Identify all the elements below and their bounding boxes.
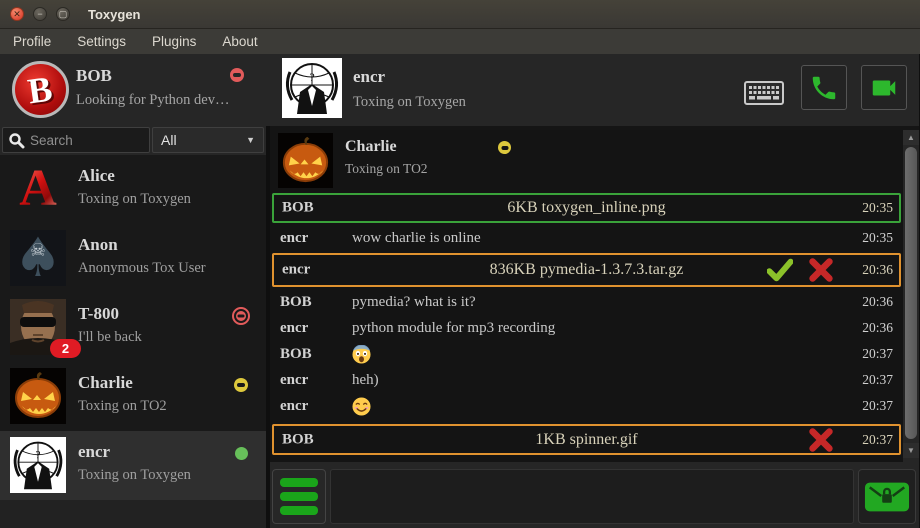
message-row: encr heh) 20:37 — [272, 367, 901, 393]
send-message-button[interactable] — [858, 469, 916, 524]
svg-text:?: ? — [36, 449, 41, 461]
phone-icon — [809, 73, 839, 103]
window-title: Toxygen — [88, 7, 141, 22]
message-row: encr 20:37 — [272, 393, 901, 419]
search-icon — [8, 132, 25, 149]
chevron-down-icon: ▼ — [246, 135, 255, 145]
chat-peer-avatar: ? — [282, 58, 342, 118]
contact-row-charlie[interactable]: Charlie Toxing on TO2 — [0, 362, 266, 431]
scroll-up-arrow-icon[interactable]: ▲ — [903, 130, 919, 145]
sidebar-bottom-filler — [0, 500, 266, 528]
hamburger-icon — [280, 478, 318, 487]
self-name[interactable]: BOB — [76, 66, 112, 86]
charlie-status-away-icon — [234, 378, 248, 392]
message-row: encr python module for mp3 recording 20:… — [272, 315, 901, 341]
menu-about[interactable]: About — [209, 29, 270, 54]
cancel-file-button[interactable] — [809, 428, 833, 452]
contact-filter-value: All — [161, 132, 177, 148]
contact-filter-dropdown[interactable]: All ▼ — [152, 127, 264, 153]
message-input-bar — [268, 462, 920, 528]
screen-keyboard-icon[interactable] — [744, 79, 784, 112]
charlie-card-away-icon — [498, 141, 511, 154]
search-input[interactable] — [30, 133, 140, 148]
file-name: 1KB spinner.gif — [274, 431, 899, 449]
charlie-inline-card[interactable]: Charlie Toxing on TO2 — [270, 130, 903, 190]
chat-scrollbar[interactable]: ▲ ▼ — [903, 130, 919, 462]
charlie-card-status: Toxing on TO2 — [345, 161, 428, 177]
self-status-message[interactable]: Looking for Python dev… — [76, 92, 229, 109]
charlie-card-name: Charlie — [345, 138, 397, 156]
video-camera-icon — [869, 73, 899, 103]
file-transfer-row[interactable]: encr 836KB pymedia-1.3.7.3.tar.gz 20:36 — [272, 253, 901, 287]
contact-row-alice[interactable]: A Alice Toxing on Toxygen — [0, 155, 266, 224]
encr-avatar: ? — [10, 437, 66, 493]
toxygen-window: ✕ − ▢ Toxygen Profile Settings Plugins A… — [0, 0, 920, 528]
fearful-face-emoji-icon — [352, 345, 371, 364]
panel-divider — [266, 126, 270, 528]
file-transfer-row[interactable]: BOB 1KB spinner.gif 20:37 — [272, 424, 901, 455]
menu-profile[interactable]: Profile — [0, 29, 64, 54]
message-input[interactable] — [330, 469, 854, 524]
maximize-window-button[interactable]: ▢ — [56, 7, 70, 21]
message-row: BOB 20:37 — [272, 341, 901, 367]
message-row: encr wow charlie is online 20:35 — [272, 225, 901, 251]
contact-row-encr[interactable]: ? encr Toxing on Toxygen — [0, 431, 266, 500]
top-panel: B BOB Looking for Python dev… ? encr Tox… — [0, 54, 920, 126]
alice-avatar: A — [10, 161, 66, 217]
audio-call-button[interactable] — [801, 65, 847, 110]
scroll-down-arrow-icon[interactable]: ▼ — [903, 443, 919, 458]
chat-peer-name: encr — [353, 67, 385, 87]
charlie-card-avatar — [278, 133, 333, 188]
file-name: 6KB toxygen_inline.png — [274, 199, 899, 217]
menu-bar: Profile Settings Plugins About — [0, 29, 920, 54]
title-bar: ✕ − ▢ Toxygen — [0, 0, 920, 29]
anon-avatar: ♠ ☠ — [10, 230, 66, 286]
contact-row-anon[interactable]: ♠ ☠ Anon Anonymous Tox User — [0, 224, 266, 293]
self-avatar[interactable]: B — [12, 61, 69, 118]
accept-file-button[interactable] — [767, 258, 793, 282]
minimize-window-button[interactable]: − — [33, 7, 47, 21]
charlie-avatar — [10, 368, 66, 424]
contact-list: A Alice Toxing on Toxygen ♠ ☠ Anon Anony… — [0, 155, 266, 528]
self-status-busy-icon — [230, 68, 244, 82]
search-box[interactable] — [2, 127, 150, 153]
t800-status-busy-icon — [232, 307, 250, 325]
video-call-button[interactable] — [861, 65, 907, 110]
smiling-face-emoji-icon — [352, 397, 371, 416]
menu-settings[interactable]: Settings — [64, 29, 139, 54]
message-row: BOB pymedia? what is it? 20:36 — [272, 289, 901, 315]
anonymous-mask-logo: ? — [282, 58, 342, 118]
encrypted-envelope-icon — [864, 479, 910, 515]
encr-status-online-icon — [235, 447, 248, 460]
alice-avatar-letter: A — [19, 163, 57, 215]
svg-text:?: ? — [309, 70, 314, 84]
skull-icon: ☠ — [30, 240, 46, 261]
chat-peer-status-message: Toxing on Toxygen — [353, 94, 466, 111]
unread-count-badge: 2 — [50, 339, 81, 358]
close-window-button[interactable]: ✕ — [10, 7, 24, 21]
message-area: Charlie Toxing on TO2 BOB 6KB toxygen_in… — [270, 130, 903, 462]
chat-menu-button[interactable] — [272, 469, 326, 524]
scrollbar-thumb[interactable] — [905, 147, 917, 439]
file-transfer-row[interactable]: BOB 6KB toxygen_inline.png 20:35 — [272, 193, 901, 223]
search-row: All ▼ — [0, 126, 266, 155]
contact-row-t800[interactable]: T-800 I'll be back 2 — [0, 293, 266, 362]
self-avatar-letter: B — [26, 67, 56, 112]
menu-plugins[interactable]: Plugins — [139, 29, 209, 54]
decline-file-button[interactable] — [809, 258, 833, 282]
